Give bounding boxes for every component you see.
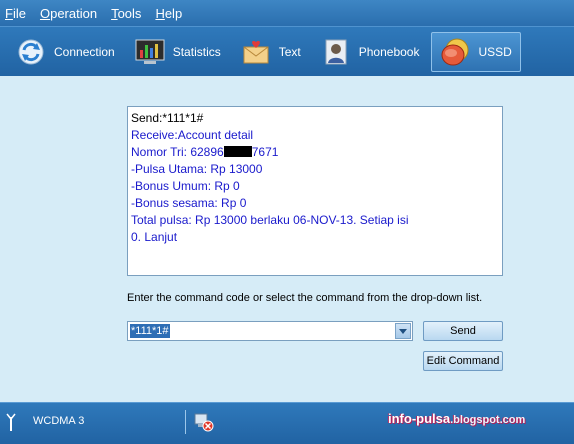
watermark: info-pulsa.blogspot.com [388, 411, 525, 426]
command-value: *111*1# [130, 324, 170, 338]
ussd-panel: Send:*111*1# Receive:Account detail Nomo… [0, 76, 574, 402]
edit-command-button[interactable]: Edit Command [423, 351, 503, 371]
menu-operation-label: peration [50, 5, 98, 21]
nomor-prefix: Nomor Tri: 62896 [131, 145, 224, 159]
total-pulsa-line: Total pulsa: Rp 13000 berlaku 06-NOV-13.… [131, 213, 409, 227]
toolbar-text-button[interactable]: Text [233, 32, 309, 72]
sent-command-line: Send:*111*1# [131, 111, 204, 125]
envelope-icon [241, 37, 271, 67]
toolbar-ussd-label: USSD [478, 44, 512, 59]
watermark-domain: .blogspot.com [450, 414, 526, 426]
pulsa-utama-line: -Pulsa Utama: Rp 13000 [131, 162, 263, 176]
toolbar-ussd-button[interactable]: USSD [431, 31, 521, 72]
bonus-umum-line: -Bonus Umum: Rp 0 [131, 179, 240, 193]
menu-bar: File Operation Tools Help [0, 0, 574, 26]
bonus-sesama-line: -Bonus sesama: Rp 0 [131, 196, 247, 210]
status-divider [185, 410, 186, 434]
signal-antenna-icon [6, 413, 16, 436]
toolbar-phonebook-label: Phonebook [358, 44, 420, 59]
connection-icon [16, 37, 46, 67]
menu-file[interactable]: File [4, 6, 27, 21]
chevron-down-icon [399, 328, 407, 334]
receive-line: Receive:Account detail [131, 128, 254, 142]
watermark-main: info-pulsa [388, 411, 451, 426]
network-type: WCDMA 3 [33, 415, 85, 427]
status-bar: WCDMA 3 info-pulsa.blogspot.com [0, 402, 574, 444]
ussd-icon [440, 37, 470, 67]
menu-tools-label: ools [117, 5, 142, 21]
command-hint: Enter the command code or select the com… [127, 292, 483, 304]
phonebook-icon [321, 37, 351, 67]
nomor-suffix: 7671 [251, 145, 279, 159]
ussd-response-box[interactable]: Send:*111*1# Receive:Account detail Nomo… [127, 106, 503, 276]
command-combobox[interactable]: *111*1# [127, 321, 413, 341]
toolbar-text-label: Text [278, 44, 301, 59]
main-toolbar: Connection Statistics Text Phonebook USS… [0, 26, 574, 76]
dropdown-button[interactable] [395, 323, 411, 339]
send-button[interactable]: Send [423, 321, 503, 341]
menu-file-label: ile [12, 5, 26, 21]
toolbar-statistics-button[interactable]: Statistics [127, 32, 229, 72]
toolbar-connection-button[interactable]: Connection [8, 32, 123, 72]
menu-file-accel: F [5, 5, 13, 21]
menu-help-accel: H [155, 5, 165, 21]
redaction-block [223, 146, 252, 157]
toolbar-statistics-label: Statistics [172, 44, 221, 59]
toolbar-phonebook-button[interactable]: Phonebook [313, 32, 428, 72]
toolbar-connection-label: Connection [54, 44, 115, 59]
disconnected-icon [194, 412, 214, 437]
menu-tools[interactable]: Tools [110, 6, 142, 21]
lanjut-line: 0. Lanjut [131, 230, 178, 244]
nomor-line: Nomor Tri: 62896 7671 [131, 144, 499, 161]
menu-help[interactable]: Help [154, 6, 183, 21]
statistics-icon [135, 37, 165, 67]
menu-operation[interactable]: Operation [39, 6, 98, 21]
menu-operation-accel: O [39, 5, 51, 21]
menu-help-label: elp [164, 5, 183, 21]
